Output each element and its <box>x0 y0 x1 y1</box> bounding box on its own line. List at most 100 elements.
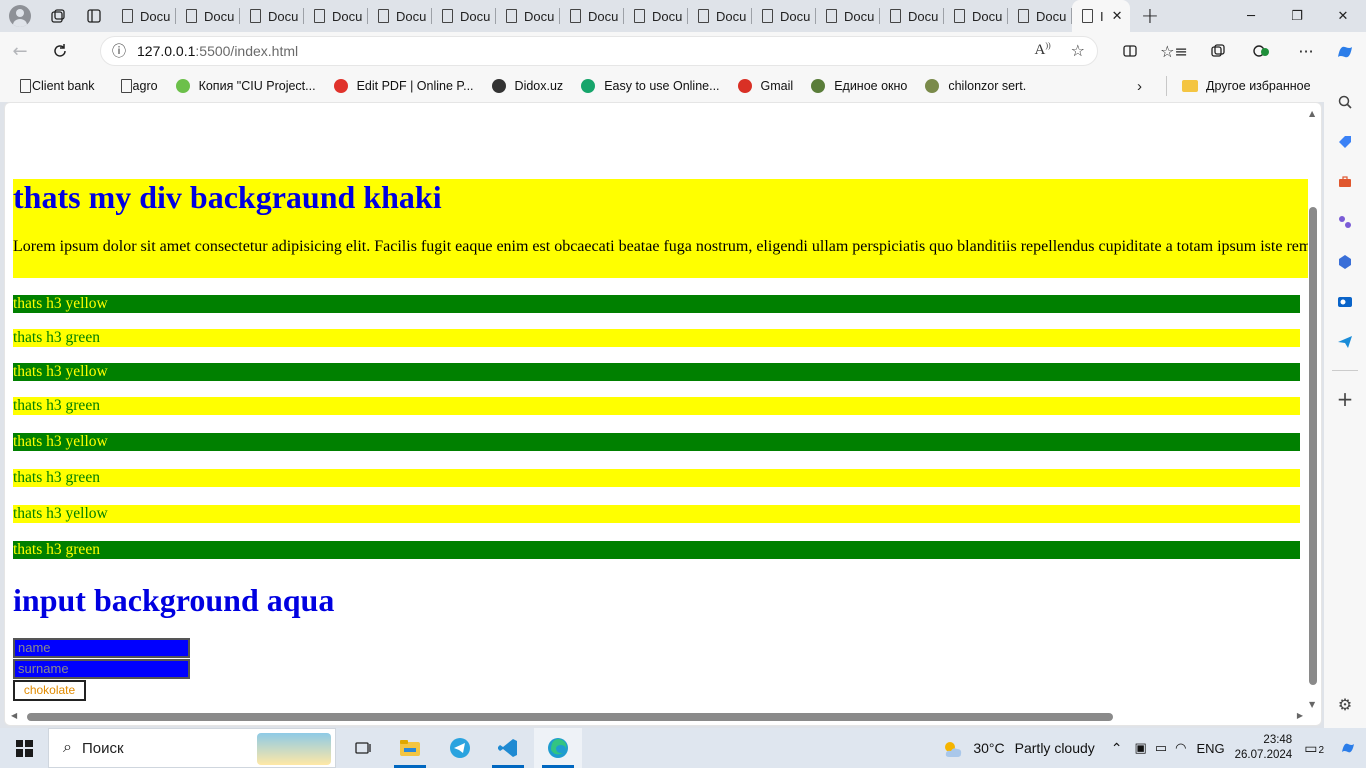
extensions-icon[interactable] <box>1240 32 1284 70</box>
bookmark-item[interactable]: Gmail <box>737 79 793 93</box>
copilot-taskbar-icon[interactable] <box>1330 739 1366 757</box>
send-icon[interactable] <box>1324 322 1366 362</box>
settings-gear-icon[interactable]: ⚙ <box>1324 684 1366 724</box>
more-menu-icon[interactable]: ··· <box>1284 32 1328 70</box>
tab-item[interactable]: Docu <box>240 0 304 32</box>
tab-active[interactable]: I ✕ <box>1072 0 1130 32</box>
back-button[interactable]: ← <box>0 32 40 70</box>
file-explorer-icon[interactable] <box>386 728 434 768</box>
other-bookmarks-label: Другое избранное <box>1206 79 1311 93</box>
tab-item[interactable]: Docu <box>880 0 944 32</box>
tab-item[interactable]: Docu <box>432 0 496 32</box>
scroll-left-arrow[interactable]: ◀ <box>11 711 17 720</box>
tab-item[interactable]: Docu <box>752 0 816 32</box>
workspaces-icon[interactable] <box>40 0 76 32</box>
restore-button[interactable]: ❐ <box>1274 0 1320 32</box>
profile-button[interactable] <box>0 0 40 32</box>
task-view-icon[interactable] <box>340 728 388 768</box>
bookmark-item[interactable]: Единое окно <box>811 79 907 93</box>
vscode-icon[interactable] <box>484 728 532 768</box>
tab-label: Docu <box>524 8 555 24</box>
language-indicator[interactable]: ENG <box>1196 741 1224 756</box>
close-window-button[interactable]: ✕ <box>1320 0 1366 32</box>
h3-row: thats h3 yellow <box>13 295 1300 313</box>
collections-icon[interactable] <box>1196 32 1240 70</box>
page-icon <box>20 79 31 93</box>
tab-actions-icon[interactable] <box>76 0 112 32</box>
refresh-button[interactable] <box>40 32 80 70</box>
shopping-tag-icon[interactable] <box>1324 122 1366 162</box>
new-tab-button[interactable]: + <box>1130 0 1170 32</box>
site-info-icon[interactable]: ⓘ <box>101 41 137 61</box>
microsoft-365-icon[interactable] <box>1324 242 1366 282</box>
scroll-up-arrow[interactable]: ▲ <box>1309 109 1315 118</box>
favorites-icon[interactable]: ☆≡ <box>1152 32 1196 70</box>
split-screen-icon[interactable] <box>1108 32 1152 70</box>
telegram-icon[interactable] <box>436 728 484 768</box>
document-icon <box>1018 9 1029 23</box>
games-icon[interactable] <box>1324 202 1366 242</box>
chevron-up-icon[interactable]: ⌃ <box>1111 740 1123 757</box>
heart-icon <box>333 79 348 93</box>
bookmark-item[interactable]: Копия "CIU Project... <box>175 79 316 93</box>
vertical-scroll-thumb[interactable] <box>1309 207 1317 685</box>
search-icon[interactable] <box>1324 82 1366 122</box>
scroll-right-arrow[interactable]: ▶ <box>1297 711 1303 720</box>
chokolate-button[interactable]: chokolate <box>13 680 86 701</box>
address-bar-actions: A)) ☆ <box>1034 41 1085 60</box>
name-placeholder: name <box>18 640 51 655</box>
copilot-icon[interactable] <box>1324 32 1366 72</box>
tab-item[interactable]: Docu <box>560 0 624 32</box>
bookmark-item[interactable]: Didox.uz <box>491 79 563 93</box>
taskbar-search[interactable]: ⌕ Поиск <box>48 728 336 768</box>
read-aloud-icon[interactable]: A)) <box>1034 41 1050 60</box>
add-icon[interactable]: + <box>1324 379 1366 419</box>
tab-item[interactable]: Docu <box>368 0 432 32</box>
tab-item[interactable]: Docu <box>112 0 176 32</box>
tab-label: Docu <box>204 8 235 24</box>
weather-widget[interactable]: 30°C Partly cloudy <box>941 739 1095 757</box>
bookmark-label: Easy to use Online... <box>604 79 720 93</box>
start-button[interactable] <box>0 728 48 768</box>
url-path: :5500/index.html <box>195 43 299 59</box>
bookmark-item[interactable]: agro <box>113 79 158 93</box>
notifications-icon[interactable]: ▭2 <box>1304 740 1324 757</box>
edge-browser-icon[interactable] <box>534 728 582 768</box>
clock[interactable]: 23:48 26.07.2024 <box>1235 733 1293 763</box>
close-tab-icon[interactable]: ✕ <box>1112 8 1123 24</box>
other-bookmarks-folder[interactable]: Другое избранное <box>1182 70 1311 102</box>
tab-item[interactable]: Docu <box>1008 0 1072 32</box>
surname-input[interactable]: surname <box>13 659 190 679</box>
scroll-down-arrow[interactable]: ▼ <box>1309 700 1315 709</box>
horizontal-scroll-thumb[interactable] <box>27 713 1113 721</box>
tab-item[interactable]: Docu <box>944 0 1008 32</box>
tab-item[interactable]: Docu <box>816 0 880 32</box>
name-input[interactable]: name <box>13 638 190 658</box>
bookmark-item[interactable]: Client bank <box>12 79 95 93</box>
s-icon <box>581 79 596 93</box>
url-text[interactable]: 127.0.0.1:5500/index.html <box>137 43 298 59</box>
horizontal-scrollbar[interactable]: ◀ ▶ <box>5 711 1309 723</box>
address-bar[interactable]: ⓘ 127.0.0.1:5500/index.html A)) ☆ <box>100 36 1098 66</box>
document-icon <box>698 9 709 23</box>
tab-item[interactable]: Docu <box>176 0 240 32</box>
display-icon[interactable]: ▭ <box>1155 740 1167 756</box>
minimize-button[interactable]: ─ <box>1228 0 1274 32</box>
bookmark-item[interactable]: chilonzor sert. <box>925 79 1026 93</box>
meet-now-icon[interactable]: ▣ <box>1135 740 1147 756</box>
tab-item[interactable]: Docu <box>624 0 688 32</box>
bookmark-label: Client bank <box>32 79 95 93</box>
tab-item[interactable]: Docu <box>688 0 752 32</box>
bookmark-item[interactable]: Easy to use Online... <box>581 79 720 93</box>
tab-label: Docu <box>844 8 875 24</box>
favorite-star-icon[interactable]: ☆ <box>1071 41 1085 60</box>
toolbox-icon[interactable] <box>1324 162 1366 202</box>
outlook-icon[interactable] <box>1324 282 1366 322</box>
folder-icon <box>1182 80 1198 92</box>
bookmark-item[interactable]: Edit PDF | Online P... <box>333 79 474 93</box>
chevron-right-icon[interactable]: › <box>1137 78 1142 95</box>
tab-item[interactable]: Docu <box>496 0 560 32</box>
tab-item[interactable]: Docu <box>304 0 368 32</box>
wifi-icon[interactable]: ◠ <box>1175 740 1186 756</box>
vertical-scrollbar[interactable]: ▲ ▼ <box>1307 109 1319 709</box>
